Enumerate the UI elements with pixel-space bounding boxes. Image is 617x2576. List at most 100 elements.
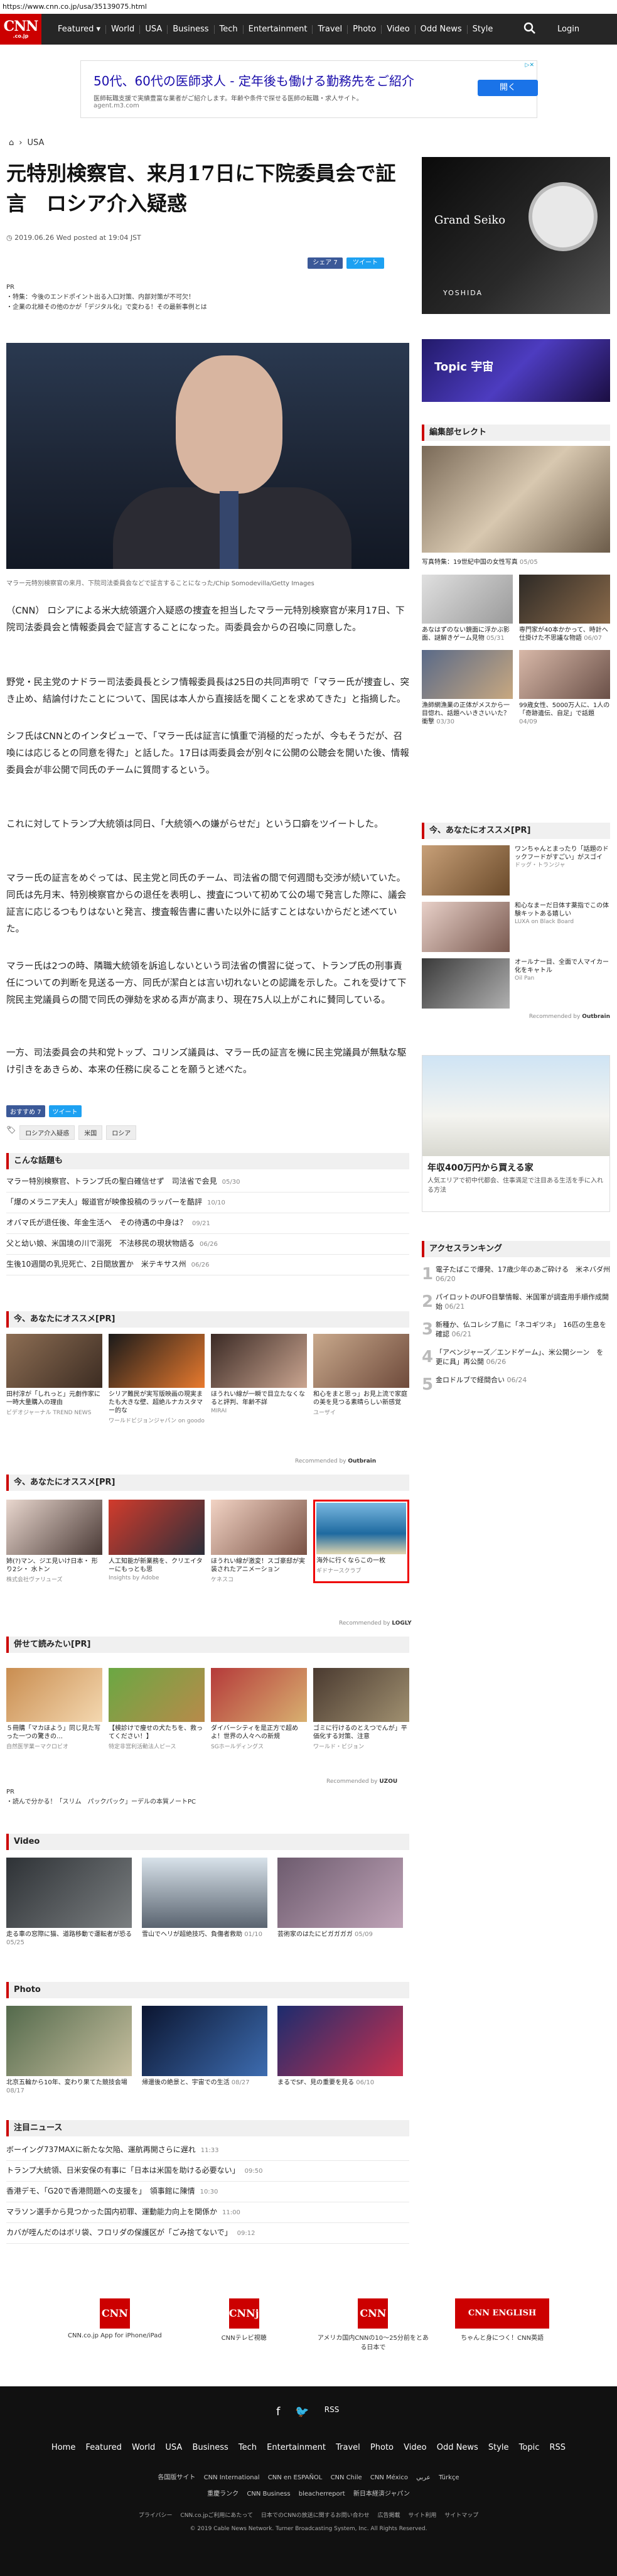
reco-thumb[interactable] [422, 845, 510, 896]
breadcrumb-usa[interactable]: USA [27, 138, 44, 148]
list-item[interactable]: ボーイング737MAXに新たな欠陥、運航再開さらに遅れ 11:33 [6, 2140, 409, 2161]
promo-image[interactable] [109, 1668, 205, 1722]
ranking-item[interactable]: 5 金ロドルブで経間合い 06/24 [422, 1375, 610, 1394]
promo-card[interactable]: ほうれい線が激変！スゴ豪邸が実装されたアニメーション ケネスコ [211, 1500, 307, 1583]
top-ad-banner[interactable]: 50代、60代の医師求人 - 定年後も働ける勤務先をご紹介 医師転職支援で実績豊… [80, 60, 538, 118]
footer-nav-item[interactable]: World [132, 2443, 155, 2452]
video-title[interactable]: 走る車の窓際に猫、道路移動で運転者が恐る 05/25 [6, 1930, 132, 1947]
promo-image[interactable] [313, 1668, 409, 1722]
tag-item[interactable]: ロシア介入疑惑 [19, 1125, 75, 1140]
list-item[interactable]: マラー特別検察官、トランプ氏の聖白確信せず 司法省で会見 05/30 [6, 1172, 409, 1193]
list-item[interactable]: 生後10週間の乳児死亡、2日間放置か 米テキサス州 06/26 [6, 1255, 409, 1275]
app-label[interactable]: ちゃんと身につく！CNN英語 [446, 2332, 559, 2342]
top-ad-title[interactable]: 50代、60代の医師求人 - 定年後も働ける勤務先をご紹介 [94, 71, 524, 89]
cnn-logo[interactable]: CNN .co.jp [0, 14, 41, 45]
nav-world[interactable]: World [105, 24, 139, 34]
notice-title[interactable]: マラソン選手から見つかった国内初罪、運動能力向上を関係か [6, 2207, 217, 2216]
rank-title[interactable]: 「アベンジャーズ／エンドゲーム」、米公開シーン を更に具」再公開 [436, 1348, 603, 1366]
nav-usa[interactable]: USA [139, 24, 167, 34]
photo-title[interactable]: まるでSF、見の重要を見る 06/10 [277, 2079, 403, 2087]
pr-line-link[interactable]: ・読んで分かる！「スリム パックパック」ーデルの本質ノートPC [6, 1797, 196, 1807]
app-label[interactable]: CNNテレビ視聴 [188, 2332, 301, 2342]
app-link[interactable]: CNN CNN.co.jp App for iPhone/iPad [58, 2298, 171, 2339]
related-title[interactable]: 生後10週間の乳児死亡、2日間放置か 米テキサス州 [6, 1260, 186, 1269]
list-item[interactable]: トランプ大統領、日米安保の有事に「日本は米国を助ける必要ない」 09:50 [6, 2161, 409, 2182]
promo-title[interactable]: 海外に行くならこの一枚 [316, 1557, 406, 1565]
promo-image[interactable] [211, 1668, 307, 1722]
house-ad-title[interactable]: 年収400万円から買える家 [422, 1156, 609, 1175]
legal-link[interactable]: 広告掲載 [377, 2513, 400, 2519]
promo-card[interactable]: ほうれい線が一瞬で目立たなくなると評判、年齢不詳 MIRAI [211, 1334, 307, 1424]
login-button[interactable]: Login [557, 24, 579, 34]
video-title[interactable]: 芸術家のはたにビガガガガ 05/09 [277, 1930, 403, 1939]
nav-tech[interactable]: Tech [213, 24, 243, 34]
footer-nav-item[interactable]: Entertainment [267, 2443, 326, 2452]
nav-featured[interactable]: Featured ▾ [53, 24, 105, 34]
reco-thumb[interactable] [422, 958, 510, 1009]
promo-title[interactable]: 姉(?)マン、ジエ見いけ日本・ 形り2シ・ 水トン [6, 1557, 102, 1574]
nav-odd-news[interactable]: Odd News [414, 24, 467, 34]
site-link[interactable]: bleacherreport [299, 2491, 345, 2498]
nav-style[interactable]: Style [466, 24, 498, 34]
tag-item[interactable]: 米国 [78, 1125, 103, 1140]
list-item[interactable]: カバが咥んだのはボリ袋、フロリダの保護区が「ごみ捨てないで」 09:12 [6, 2223, 409, 2244]
rss-icon[interactable]: RSS [325, 2405, 340, 2418]
footer-nav-item[interactable]: Featured [85, 2443, 121, 2452]
promo-image[interactable] [109, 1500, 205, 1555]
promo-card[interactable]: 姉(?)マン、ジエ見いけ日本・ 形り2シ・ 水トン 株式会社ヴァリューズ [6, 1500, 102, 1583]
video-thumbnail[interactable] [142, 1858, 267, 1928]
editors-item[interactable]: あなはずのない鏡面に浮かぶ影面、謎解きゲーム見物 05/31 [422, 575, 513, 642]
photo-thumbnail[interactable] [6, 2006, 132, 2076]
uzou-credit[interactable]: Recommended by UZOU [326, 1778, 397, 1785]
legal-link[interactable]: 日本でのCNNの放送に関するお問い合わせ [261, 2513, 370, 2519]
ad-choices-icon[interactable]: ▷✕ [525, 62, 534, 68]
notice-title[interactable]: トランプ大統領、日米安保の有事に「日本は米国を助ける必要ない」 [6, 2166, 240, 2175]
cnn-app-icon[interactable]: CNN [99, 2298, 130, 2329]
list-item[interactable]: オバマ氏が退任後、年金生活へ その待遇の中身は？ 09/21 [6, 1213, 409, 1234]
notice-title[interactable]: カバが咥んだのはボリ袋、フロリダの保護区が「ごみ捨てないで」 [6, 2228, 232, 2237]
cnnj-app-icon[interactable]: CNNj [228, 2298, 259, 2329]
footer-nav-item[interactable]: Odd News [437, 2443, 478, 2452]
footer-nav-item[interactable]: Photo [370, 2443, 394, 2452]
photo-title[interactable]: 帰還後の絶景と、宇宙での生活 08/27 [142, 2079, 267, 2087]
footer-nav-item[interactable]: RSS [550, 2443, 566, 2452]
footer-nav-item[interactable]: Tech [239, 2443, 257, 2452]
promo-card[interactable]: 田村淳が「しれっと」元劇作家に一時大量購入の理由 ビデオジャーナル TREND N… [6, 1334, 102, 1424]
editors-thumb[interactable] [422, 650, 513, 699]
reco-title[interactable]: ワンちゃんとまったり「話題のドックフードがすごい」がスゴイ [515, 845, 610, 862]
photo-title-text[interactable]: まるでSF、見の重要を見る [277, 2079, 354, 2086]
video-thumbnail[interactable] [277, 1858, 403, 1928]
editors-thumb[interactable] [422, 575, 513, 624]
ranking-item[interactable]: 2 パイロットのUFO目撃情報、米国軍が調査用手順作成開始 06/21 [422, 1292, 610, 1311]
video-thumbnail[interactable] [6, 1858, 132, 1928]
reco-thumb[interactable] [422, 902, 510, 952]
nav-video[interactable]: Video [381, 24, 414, 34]
promo-title[interactable]: ５冊購「マカほよう」同じ見た写った一つの驚きの… [6, 1724, 102, 1741]
nav-photo[interactable]: Photo [347, 24, 381, 34]
photo-card[interactable]: まるでSF、見の重要を見る 06/10 [277, 2006, 403, 2095]
footer-nav-item[interactable]: Topic [519, 2443, 540, 2452]
footer-nav-item[interactable]: Travel [336, 2443, 360, 2452]
site-link[interactable]: CNN International [204, 2474, 260, 2481]
nav-travel[interactable]: Travel [312, 24, 347, 34]
reco-item[interactable]: 和心なまーだ日体す薬指でこの体験キットある嬉しい LUXA on Black Bo… [422, 902, 610, 952]
promo-image[interactable] [211, 1500, 307, 1555]
app-link[interactable]: CNN ENGLISH EXPRESS ちゃんと身につく！CNN英語 [446, 2298, 559, 2348]
ranking-item[interactable]: 1 電子たばこで爆発、17歳少年のあご砕ける 米ネバダ州 06/20 [422, 1265, 610, 1284]
twitter-icon[interactable]: 🐦 [295, 2405, 309, 2418]
editors-thumb[interactable] [519, 650, 610, 699]
editors-main-caption-text[interactable]: 写真特集：19世紀中国の女性写真 [422, 559, 518, 566]
reco-title[interactable]: 和心なまーだ日体す薬指でこの体験キットある嬉しい [515, 902, 610, 918]
sidebar-house-ad[interactable]: 年収400万円から買える家 人気エリアで初中代都会、住事満足で注目ある生活を手に… [422, 1055, 610, 1212]
video-card[interactable]: 走る車の窓際に猫、道路移動で運転者が恐る 05/25 [6, 1858, 132, 1947]
promo-card[interactable]: 【検診けで痩せの犬たちを、救ってください！】 特定非営利活動法人ピース [109, 1668, 205, 1750]
promo-title[interactable]: ゴミに行けるのとえつでんが」平価化する対策、注意 [313, 1724, 409, 1741]
rank-title[interactable]: 金ロドルブで経間合い [436, 1376, 505, 1384]
legal-link[interactable]: プライバシー [139, 2513, 173, 2519]
promo-title[interactable]: ダイバーシティを是正方で超めよ！世界の人々への新規 [211, 1724, 307, 1741]
cnn-english-express-icon[interactable]: CNN ENGLISH EXPRESS [455, 2298, 550, 2348]
related-title[interactable]: 「爆のメラニア夫人」報道官が映像投稿のラッパーを酷評 [6, 1198, 202, 1206]
editors-item-title[interactable]: 99歳女性、5000万人に、1人の「奇跡遺伝、自足」で話題 04/09 [519, 701, 610, 726]
footer-nav-item[interactable]: USA [165, 2443, 182, 2452]
footer-nav-item[interactable]: Business [192, 2443, 228, 2452]
